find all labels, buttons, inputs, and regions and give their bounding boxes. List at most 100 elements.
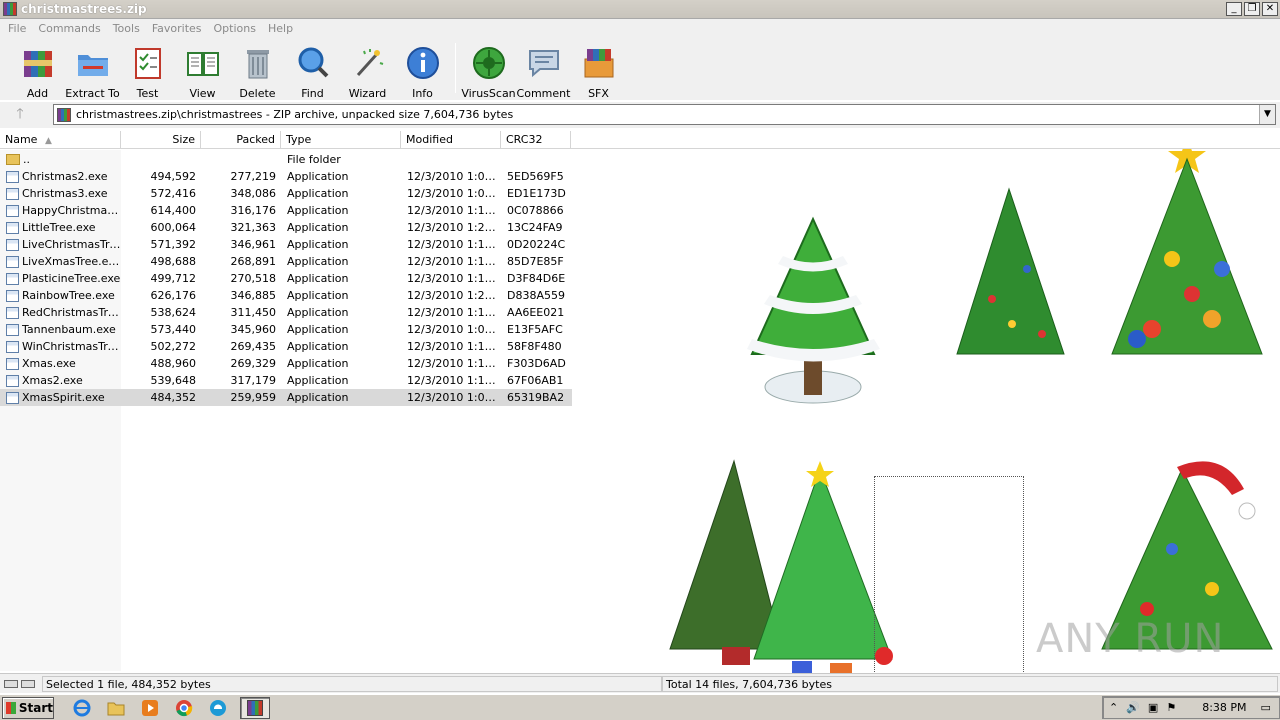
wizard-button[interactable]: Wizard bbox=[340, 37, 395, 100]
show-desktop-icon[interactable]: ▭ bbox=[1261, 701, 1271, 714]
exe-file-icon bbox=[6, 289, 19, 302]
ie-icon[interactable] bbox=[70, 697, 94, 719]
row-modified: 12/3/2010 1:15... bbox=[407, 306, 501, 319]
menu-bar: File Commands Tools Favorites Options He… bbox=[0, 19, 1280, 37]
row-crc32: D3F84D6E bbox=[507, 272, 566, 285]
menu-favorites[interactable]: Favorites bbox=[146, 22, 208, 35]
magnifier-icon bbox=[298, 47, 328, 78]
file-row[interactable]: LiveChristmasTre... 571,392 346,961 Applica… bbox=[0, 236, 572, 253]
row-size: 571,392 bbox=[150, 238, 197, 251]
row-modified: 12/3/2010 1:09... bbox=[407, 323, 501, 336]
row-type: Application bbox=[287, 221, 349, 234]
row-name: LiveXmasTree.exe bbox=[22, 255, 121, 268]
status-icons bbox=[0, 679, 40, 688]
up-folder-button[interactable]: 🡑 bbox=[0, 103, 40, 127]
delete-button[interactable]: Delete bbox=[230, 37, 285, 100]
explorer-folder-icon[interactable] bbox=[104, 697, 128, 719]
tray-expand-icon[interactable]: ⌃ bbox=[1109, 701, 1118, 714]
file-row[interactable]: RainbowTree.exe 626,176 346,885 Application… bbox=[0, 287, 572, 304]
file-row[interactable]: WinChristmasTre... 502,272 269,435 Applicat… bbox=[0, 338, 572, 355]
wizard-label: Wizard bbox=[348, 87, 387, 100]
path-dropdown-button[interactable]: ▼ bbox=[1259, 105, 1275, 124]
clock[interactable]: 8:38 PM bbox=[1202, 701, 1246, 714]
file-row[interactable]: XmasSpirit.exe 484,352 259,959 Application 1… bbox=[0, 389, 572, 406]
menu-help[interactable]: Help bbox=[262, 22, 299, 35]
file-row[interactable]: Xmas2.exe 539,648 317,179 Application 12/3/2… bbox=[0, 372, 572, 389]
menu-commands[interactable]: Commands bbox=[32, 22, 106, 35]
trash-bin-icon bbox=[246, 50, 269, 79]
sort-ascending-icon: ▲ bbox=[44, 136, 52, 146]
view-button[interactable]: View bbox=[175, 37, 230, 100]
parent-folder-row[interactable]: .. File folder bbox=[0, 151, 572, 168]
row-size: 498,688 bbox=[150, 255, 197, 268]
row-type: Application bbox=[287, 272, 349, 285]
edge-icon[interactable] bbox=[206, 697, 230, 719]
sfx-button[interactable]: SFX bbox=[571, 37, 626, 100]
row-crc32: 0D20224C bbox=[507, 238, 566, 251]
row-crc32: AA6EE021 bbox=[507, 306, 565, 319]
file-row[interactable]: HappyChristmas.... 614,400 316,176 Applicat… bbox=[0, 202, 572, 219]
network-icon[interactable]: ▣ bbox=[1148, 701, 1158, 714]
view-book-icon bbox=[186, 52, 219, 76]
row-size: 539,648 bbox=[150, 374, 197, 387]
restore-button[interactable]: ❐ bbox=[1244, 2, 1260, 16]
status-selection: Selected 1 file, 484,352 bytes bbox=[42, 676, 662, 692]
file-row[interactable]: PlasticineTree.exe 499,712 270,518 Applicat… bbox=[0, 270, 572, 287]
virusscan-label: VirusScan bbox=[461, 87, 516, 100]
row-name: LittleTree.exe bbox=[22, 221, 96, 234]
row-name: PlasticineTree.exe bbox=[22, 272, 121, 285]
column-header-name[interactable]: Name ▲ bbox=[0, 131, 121, 149]
title-bar: christmastrees.zip _ ❐ ✕ bbox=[0, 0, 1280, 19]
virusscan-button[interactable]: VirusScan bbox=[461, 37, 516, 100]
archive-icon bbox=[57, 107, 71, 122]
start-button[interactable]: Start bbox=[2, 696, 54, 719]
winrar-taskbar-button[interactable] bbox=[240, 696, 270, 719]
column-header-type[interactable]: Type bbox=[281, 131, 401, 149]
row-name: Xmas2.exe bbox=[22, 374, 83, 387]
media-player-icon[interactable] bbox=[138, 697, 162, 719]
exe-file-icon bbox=[6, 187, 19, 200]
extract-to-button[interactable]: Extract To bbox=[65, 37, 120, 100]
file-row[interactable]: Christmas3.exe 572,416 348,086 Application 1… bbox=[0, 185, 572, 202]
path-field[interactable]: christmastrees.zip\christmastrees - ZIP … bbox=[53, 104, 1276, 125]
row-packed: 269,329 bbox=[230, 357, 277, 370]
row-size: 600,064 bbox=[150, 221, 197, 234]
delete-label: Delete bbox=[239, 87, 276, 100]
menu-file[interactable]: File bbox=[2, 22, 32, 35]
row-name: .. bbox=[23, 153, 30, 166]
file-row[interactable]: RedChristmasTre... 538,624 311,450 Applicat… bbox=[0, 304, 572, 321]
taskbar: Start ⌃ 🔊 ▣ ⚑ 8:38 PM ▭ bbox=[0, 694, 1280, 720]
file-row[interactable]: LittleTree.exe 600,064 321,363 Application 1… bbox=[0, 219, 572, 236]
info-button[interactable]: Info bbox=[395, 37, 450, 100]
column-header-modified[interactable]: Modified bbox=[401, 131, 501, 149]
column-header-crc32[interactable]: CRC32 bbox=[501, 131, 571, 149]
minimize-button[interactable]: _ bbox=[1226, 2, 1242, 16]
row-size: 484,352 bbox=[150, 391, 197, 404]
file-row[interactable]: Xmas.exe 488,960 269,329 Application 12/3/20… bbox=[0, 355, 572, 372]
column-header-packed[interactable]: Packed bbox=[201, 131, 281, 149]
status-total: Total 14 files, 7,604,736 bytes bbox=[662, 676, 1278, 692]
row-name: RedChristmasTre... bbox=[22, 306, 121, 319]
row-packed: 346,885 bbox=[230, 289, 277, 302]
test-button[interactable]: Test bbox=[120, 37, 175, 100]
file-row[interactable]: Tannenbaum.exe 573,440 345,960 Application 1… bbox=[0, 321, 572, 338]
volume-icon[interactable]: 🔊 bbox=[1126, 701, 1140, 714]
action-center-flag-icon[interactable]: ⚑ bbox=[1166, 701, 1176, 714]
find-button[interactable]: Find bbox=[285, 37, 340, 100]
column-header-size[interactable]: Size bbox=[121, 131, 201, 149]
exe-file-icon bbox=[6, 374, 19, 387]
menu-tools[interactable]: Tools bbox=[107, 22, 146, 35]
comment-button[interactable]: Comment bbox=[516, 37, 571, 100]
column-header-name-label: Name bbox=[5, 133, 38, 146]
chrome-icon[interactable] bbox=[172, 697, 196, 719]
row-type: Application bbox=[287, 289, 349, 302]
menu-options[interactable]: Options bbox=[208, 22, 262, 35]
file-row[interactable]: Christmas2.exe 494,592 277,219 Application 1… bbox=[0, 168, 572, 185]
row-name: WinChristmasTre... bbox=[22, 340, 121, 353]
add-button[interactable]: Add bbox=[10, 37, 65, 100]
exe-file-icon bbox=[6, 357, 19, 370]
row-type: Application bbox=[287, 374, 349, 387]
file-row[interactable]: LiveXmasTree.exe 498,688 268,891 Applicatio… bbox=[0, 253, 572, 270]
row-modified: 12/3/2010 1:10... bbox=[407, 357, 501, 370]
close-button[interactable]: ✕ bbox=[1262, 2, 1278, 16]
